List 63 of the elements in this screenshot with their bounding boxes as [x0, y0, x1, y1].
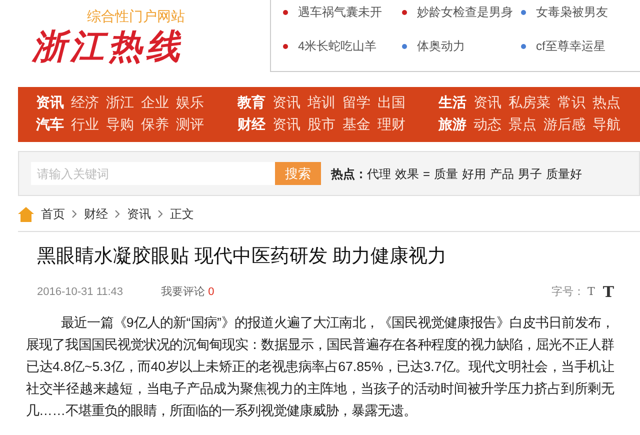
- large-font-button[interactable]: T: [602, 280, 614, 304]
- nav-link[interactable]: 动态: [474, 114, 502, 134]
- breadcrumb-link[interactable]: 首页: [41, 205, 65, 223]
- nav-link[interactable]: 游后感: [544, 114, 586, 134]
- nav-category[interactable]: 生活: [438, 92, 467, 112]
- nav-link[interactable]: 资讯: [474, 92, 502, 112]
- nav-link[interactable]: 娱乐: [176, 92, 204, 112]
- nav-link[interactable]: 基金: [342, 114, 370, 134]
- nav-category[interactable]: 资讯: [36, 92, 64, 112]
- hot-word-link[interactable]: 好用: [462, 164, 486, 182]
- nav-link[interactable]: 导航: [592, 114, 621, 134]
- nav-category[interactable]: 旅游: [438, 114, 467, 134]
- article-date: 2016-10-31 11:43: [37, 284, 124, 300]
- headline-link[interactable]: 妙龄女检查是男身: [417, 3, 513, 21]
- hot-label: 热点：: [331, 166, 367, 182]
- headline-link[interactable]: 体奥动力: [417, 37, 465, 55]
- chevron-icon: [158, 210, 163, 218]
- headline-link[interactable]: 4米长蛇吃山羊: [298, 37, 377, 55]
- hot-word-link[interactable]: 产品: [490, 164, 514, 182]
- nav-link[interactable]: 企业: [141, 92, 169, 112]
- nav-category[interactable]: 汽车: [36, 114, 64, 134]
- chevron-icon: [72, 210, 77, 218]
- nav-link[interactable]: 常识: [558, 92, 586, 112]
- headline-link[interactable]: 女毒枭被男友: [536, 3, 608, 21]
- nav-link[interactable]: 私房菜: [508, 92, 551, 112]
- headline-link[interactable]: 遇车祸气囊未开: [298, 3, 382, 21]
- nav-category[interactable]: 教育: [237, 92, 266, 112]
- nav-category[interactable]: 财经: [237, 114, 266, 134]
- hot-word-link[interactable]: =: [423, 164, 430, 182]
- nav-link[interactable]: 资讯: [272, 114, 300, 134]
- article-paragraph: 最近一篇《9亿人的新“国病”》的报道火遍了大江南北，《国民视觉健康报告》白皮书日前发布，展现了我国国民视觉状况的沉甸甸现实：数据显示，国民普遍存在各种程度的视力缺陷，屈光不正人群已达4.8亿~5.3亿，而40岁以上未矫正的老视患病率占67.85%，已达3.7亿。现代文明社会，当手机让社交半径越来越短，当电子产品成为聚焦视力的主阵地，当孩子的活动时间被升学压力挤占到所剩无几……不堪重负的眼睛，所面临的一系列视觉健康威胁，暴露无遗。: [26, 314, 614, 420]
- comment-link[interactable]: 我要评论 0: [161, 284, 214, 300]
- hot-word-link[interactable]: 质量好: [546, 164, 582, 182]
- nav-link[interactable]: 经济: [71, 92, 99, 112]
- breadcrumb-link[interactable]: 财经: [84, 205, 108, 223]
- nav-link[interactable]: 行业: [71, 114, 99, 134]
- nav-link[interactable]: 股市: [307, 114, 336, 134]
- nav-link[interactable]: 导购: [106, 114, 134, 134]
- headline-link[interactable]: cf至尊幸运星: [536, 37, 606, 55]
- search-button[interactable]: 搜索: [275, 162, 321, 185]
- nav-link[interactable]: 出国: [377, 92, 406, 112]
- nav-link[interactable]: 保养: [141, 114, 169, 134]
- hot-word-link[interactable]: 代理: [367, 164, 391, 182]
- nav-link[interactable]: 浙江: [106, 92, 134, 112]
- article-title: 黑眼睛水凝胶眼贴 现代中医药研发 助力健康视力: [37, 245, 448, 269]
- font-size-label: 字号：: [551, 284, 584, 300]
- nav-link[interactable]: 资讯: [272, 92, 300, 112]
- search-field[interactable]: 请输入关键词: [31, 162, 275, 185]
- breadcrumb-link[interactable]: 资讯: [127, 205, 151, 223]
- nav-link[interactable]: 留学: [342, 92, 370, 112]
- hot-word-link[interactable]: 质量: [434, 164, 458, 182]
- small-font-button[interactable]: T: [587, 284, 595, 300]
- logo-tagline: 综合性门户网站: [87, 7, 185, 26]
- chevron-icon: [115, 210, 120, 218]
- nav-link[interactable]: 测评: [176, 114, 204, 134]
- nav-link[interactable]: 景点: [508, 114, 537, 134]
- logo-text[interactable]: 浙江热线: [32, 27, 185, 67]
- home-icon: [18, 206, 34, 222]
- nav-link[interactable]: 培训: [307, 92, 336, 112]
- nav-link[interactable]: 理财: [377, 114, 406, 134]
- hot-word-link[interactable]: 男子: [518, 164, 542, 182]
- hot-word-link[interactable]: 效果: [395, 164, 419, 182]
- nav-link[interactable]: 热点: [592, 92, 621, 112]
